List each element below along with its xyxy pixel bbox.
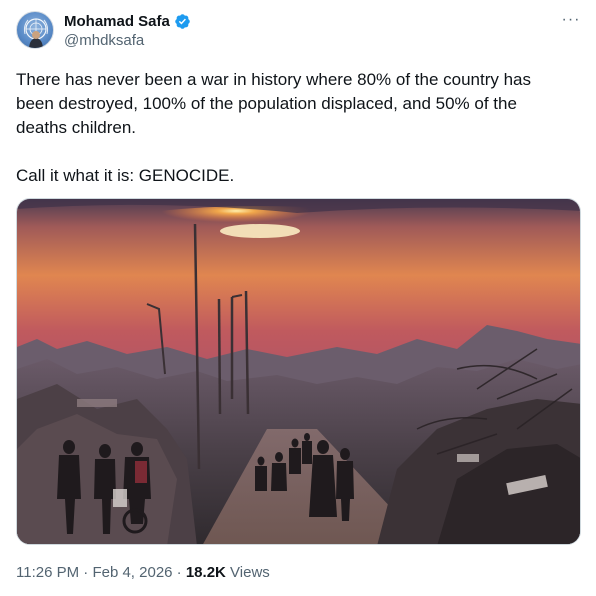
tweet-date[interactable]: Feb 4, 2026 — [92, 564, 172, 581]
meta-separator: · — [79, 563, 93, 581]
meta-separator: · — [172, 563, 186, 581]
tweet-image[interactable] — [16, 198, 581, 545]
avatar[interactable] — [16, 11, 54, 49]
tweet-paragraph: There has never been a war in history wh… — [16, 70, 532, 137]
un-emblem-icon — [23, 18, 49, 48]
display-name[interactable]: Mohamad Safa — [64, 13, 170, 30]
tweet-paragraph: Call it what it is: GENOCIDE. — [16, 166, 235, 185]
verified-badge-icon — [174, 13, 191, 30]
user-handle[interactable]: @mhdksafa — [64, 32, 144, 49]
more-options-icon[interactable]: ··· — [558, 10, 584, 30]
tweet-time[interactable]: 11:26 PM — [16, 564, 79, 581]
tweet-text: There has never been a war in history wh… — [16, 68, 556, 188]
destroyed-city-sunset-photo — [17, 199, 580, 544]
name-row: Mohamad Safa — [64, 11, 191, 31]
views-label: Views — [225, 563, 270, 581]
views-count: 18.2K — [185, 563, 226, 581]
tweet-card: Mohamad Safa @mhdksafa ··· There has nev… — [0, 0, 596, 596]
tweet-meta: 11:26 PM · Feb 4, 2026 · 18.2K Views — [16, 562, 270, 582]
